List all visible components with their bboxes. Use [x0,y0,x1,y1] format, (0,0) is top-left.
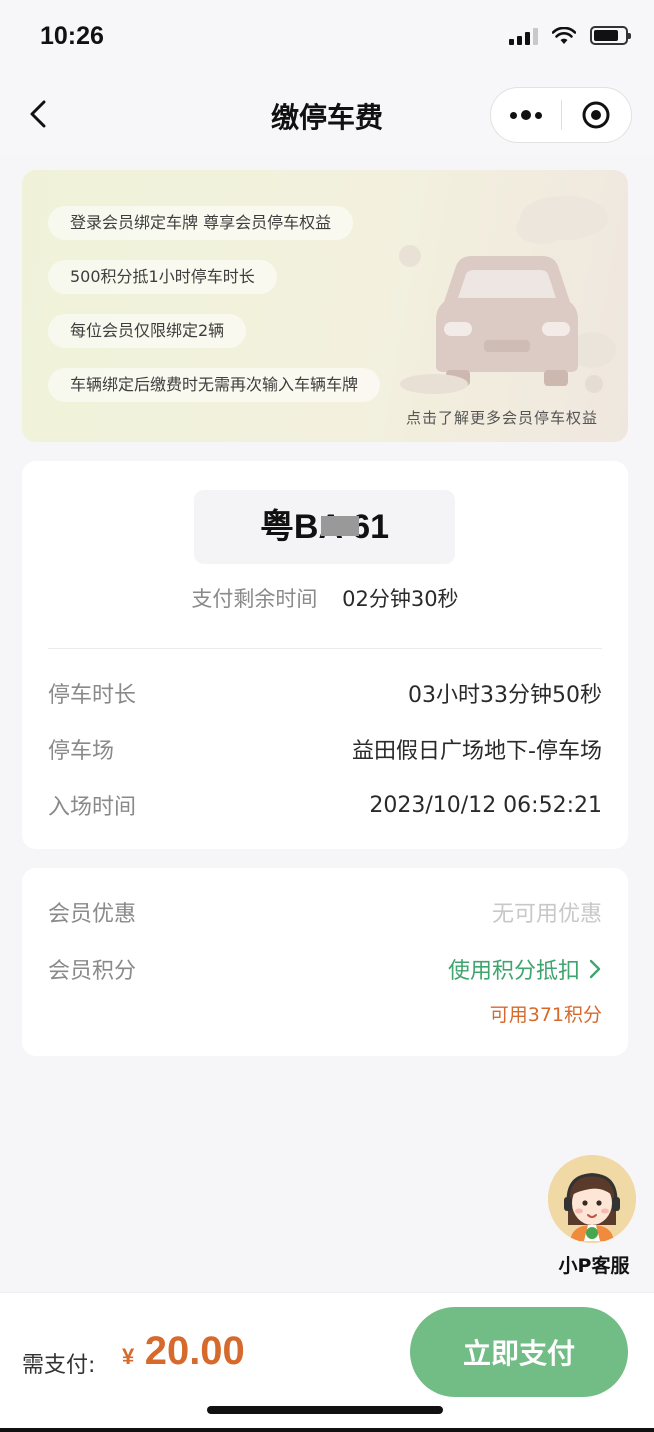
member-discount-label: 会员优惠 [48,902,137,927]
member-benefits-card: 会员优惠 无可用优惠 会员积分 使用积分抵扣 可用371积分 [22,868,628,1056]
payment-countdown-value: 02分钟30秒 [342,587,459,611]
status-bar: 10:26 [0,0,654,78]
divider [48,648,602,649]
status-icons [509,26,631,45]
wifi-icon [552,26,576,44]
benefit-pill: 登录会员绑定车牌 尊享会员停车权益 [48,206,354,240]
home-indicator [207,1406,443,1414]
parking-lot-value: 益田假日广场地下-停车场 [352,739,602,764]
payment-bar: 需支付: ¥ 20.00 立即支付 [0,1292,654,1432]
member-discount-row: 会员优惠 无可用优惠 [48,892,602,932]
pay-now-button[interactable]: 立即支付 [410,1307,628,1397]
customer-service-button[interactable]: 小P客服 [548,1155,640,1285]
parking-duration-value: 03小时33分钟50秒 [408,683,602,708]
member-points-label: 会员积分 [48,959,137,984]
target-circle-icon [582,101,610,129]
more-button[interactable] [491,88,561,142]
member-discount-value: 无可用优惠 [491,902,602,927]
amount-due-value: 20.00 [144,1329,245,1373]
amount-due-label: 需支付: [22,1353,96,1378]
member-points-row: 会员积分 使用积分抵扣 [48,949,602,989]
agent-avatar-icon [548,1155,636,1243]
battery-icon [590,26,631,45]
chevron-right-icon [589,959,601,979]
benefit-pill: 500积分抵1小时停车时长 [48,260,277,294]
amount-due: ¥ 20.00 [122,1329,245,1374]
benefit-pill: 每位会员仅限绑定2辆 [48,314,247,348]
miniprogram-capsule [490,87,632,143]
available-points: 可用371积分 [489,1004,602,1026]
membership-benefits-banner[interactable]: 登录会员绑定车牌 尊享会员停车权益 500积分抵1小时停车时长 每位会员仅限绑定… [22,170,628,442]
payment-countdown: 支付剩余时间 02分钟30秒 [22,583,628,613]
entry-time-label: 入场时间 [48,795,137,820]
service-avatar [548,1155,636,1243]
entry-time-row: 入场时间 2023/10/12 06:52:21 [48,785,602,825]
close-miniprogram-button[interactable] [562,88,632,142]
parking-lot-row: 停车场 益田假日广场地下-停车场 [48,729,602,769]
parking-duration-label: 停车时长 [48,683,137,708]
use-points-link[interactable]: 使用积分抵扣 [448,953,602,985]
car-illustration-icon [399,196,616,394]
parking-duration-row: 停车时长 03小时33分钟50秒 [48,673,602,713]
banner-more-link: 点击了解更多会员停车权益 [405,409,598,427]
status-time: 10:26 [40,22,104,50]
parking-lot-label: 停车场 [48,739,115,764]
benefit-pill: 车辆绑定后缴费时无需再次输入车辆车牌 [48,368,381,402]
currency-symbol: ¥ [122,1344,135,1369]
use-points-label: 使用积分抵扣 [447,959,580,984]
more-dots-icon [509,110,542,120]
entry-time-value: 2023/10/12 06:52:21 [369,792,602,818]
plate-redaction [321,516,359,536]
cellular-signal-icon [509,27,538,45]
navigation-bar: 缴停车费 [0,78,654,154]
screen-bottom-edge [0,1428,654,1432]
customer-service-label: 小P客服 [558,1255,630,1277]
parking-info-card: 粤BA 61 支付剩余时间 02分钟30秒 停车时长 03小时33分钟50秒 停… [22,461,628,849]
license-plate: 粤BA 61 [194,490,455,564]
payment-countdown-label: 支付剩余时间 [191,587,318,611]
